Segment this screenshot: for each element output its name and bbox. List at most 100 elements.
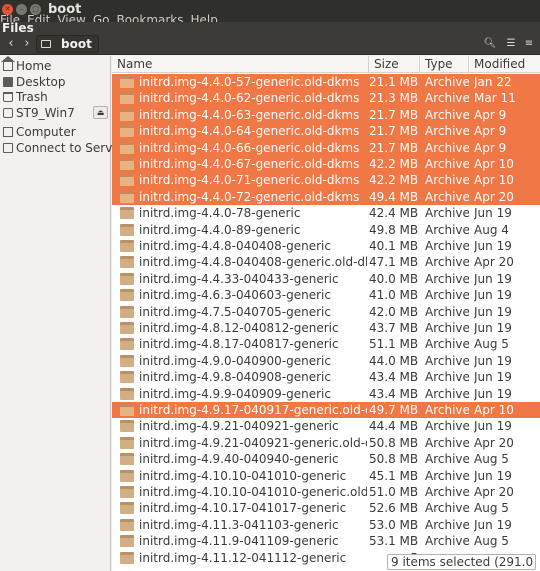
file-row[interactable]: initrd.img-4.4.8-040408-generic.old-dkms… [112,254,540,270]
file-name: initrd.img-4.11.9-041109-generic [139,534,339,549]
archive-icon [120,289,134,302]
file-type: Archive [425,353,469,368]
file-modified: Apr 9 [474,107,507,122]
file-row[interactable]: initrd.img-4.7.5-040705-generic 42.0 MB Ar… [112,304,540,320]
file-name: initrd.img-4.4.0-62-generic.old-dkms [139,91,360,106]
file-modified: Jun 19 [474,288,512,303]
file-size: 42.2 MB [369,157,419,171]
file-row[interactable]: initrd.img-4.9.17-040917-generic.old-dkm… [112,402,540,419]
file-row[interactable]: initrd.img-4.8.17-040817-generic 51.1 MB A… [112,336,540,352]
sidebar-item-computer[interactable]: Computer [0,124,111,140]
file-name: initrd.img-4.4.0-89-generic [139,222,301,237]
file-row[interactable]: initrd.img-4.4.0-71-generic.old-dkms 42.2… [112,172,540,189]
sidebar-item-label: Trash [16,90,48,104]
file-name: initrd.img-4.4.0-71-generic.old-dkms [139,173,360,188]
file-size: 45.1 MB [369,468,419,483]
file-type: Archive [425,157,469,171]
file-row[interactable]: initrd.img-4.4.0-57-generic.old-dkms 21.1… [112,74,540,91]
file-row[interactable]: initrd.img-4.11.9-041109-generic 53.1 MB A… [112,533,540,549]
file-name: initrd.img-4.9.21-040921-generic [139,419,339,434]
column-header-modified[interactable]: Modified [469,56,540,73]
file-type: Archive [425,485,469,499]
archive-icon [120,404,134,416]
file-row[interactable]: initrd.img-4.9.21-040921-generic 44.4 MB A… [112,418,540,434]
column-header-size[interactable]: Size [369,56,420,73]
archive-icon [120,354,134,367]
sidebar-item-home[interactable]: Home [0,56,111,74]
file-row[interactable]: initrd.img-4.4.0-67-generic.old-dkms 42.2… [112,156,540,173]
file-type: Archive [425,271,469,286]
file-row[interactable]: initrd.img-4.4.0-64-generic.old-dkms 21.7… [112,123,540,140]
file-name: initrd.img-4.9.40-040940-generic [139,452,339,467]
file-modified: Jun 19 [474,370,512,385]
file-modified: Jun 19 [474,386,512,401]
chevron-left-icon: ‹ [8,36,14,51]
file-modified: Aug 5 [474,337,509,352]
menu-icon[interactable]: ≡ [521,36,537,52]
home-icon [1,56,15,71]
back-button[interactable]: ‹ [4,35,18,53]
file-type: Archive [425,337,469,352]
search-icon[interactable]: 🔍︎ [482,36,498,52]
file-row[interactable]: initrd.img-4.9.21-040921-generic.old-dkm… [112,435,540,451]
file-type: Archive [425,321,469,335]
file-name: initrd.img-4.11.12-041112-generic [139,550,347,565]
file-row[interactable]: initrd.img-4.4.0-72-generic.old-dkms 49.4… [112,188,540,206]
file-row[interactable]: initrd.img-4.10.17-041017-generic 52.6 MB… [112,500,540,516]
sidebar-item-connect-to-server[interactable]: Connect to Server [0,140,125,156]
sidebar-item-st9-win7[interactable]: ST9_Win7 ⏏ [0,105,111,121]
path-bar-button[interactable]: boot [36,35,99,53]
file-row[interactable]: initrd.img-4.9.40-040940-generic 50.8 MB A… [112,451,540,467]
file-name: initrd.img-4.9.9-040909-generic [139,386,331,401]
file-row[interactable]: initrd.img-4.4.0-78-generic 42.4 MB Archiv… [112,205,540,221]
archive-icon [120,108,134,121]
chevron-right-icon: › [24,36,30,51]
file-row[interactable]: initrd.img-4.9.0-040900-generic 44.0 MB Ar… [112,353,540,369]
file-type: Archive [425,206,469,221]
file-modified: Aug 4 [474,222,509,237]
file-row[interactable]: initrd.img-4.10.10-041010-generic.old-dk… [112,484,540,500]
file-size: 50.8 MB [369,435,419,450]
file-name: initrd.img-4.6.3-040603-generic [139,288,331,303]
file-type: Archive [425,255,469,270]
file-type: Archive [425,435,469,450]
file-row[interactable]: initrd.img-4.11.3-041103-generic 53.0 MB A… [112,517,540,533]
file-size: 47.1 MB [369,255,419,270]
list-view-icon[interactable]: ☰ [503,36,519,52]
column-header-type[interactable]: Type [420,56,469,73]
file-row[interactable]: initrd.img-4.4.33-040433-generic 40.0 MB A… [112,271,540,287]
file-size: 49.8 MB [369,222,419,237]
file-row[interactable]: initrd.img-4.8.12-040812-generic 43.7 MB A… [112,320,540,336]
file-row[interactable]: initrd.img-4.4.8-040408-generic 40.1 MB Ar… [112,238,540,254]
column-header-name[interactable]: Name [112,56,369,73]
file-modified: Jun 19 [474,271,512,286]
file-row[interactable]: initrd.img-4.9.9-040909-generic 43.4 MB Ar… [112,386,540,402]
file-name: initrd.img-4.9.17-040917-generic.old-dkm… [139,403,367,417]
sidebar-item-trash[interactable]: Trash [0,89,111,105]
file-size: 51.0 MB [369,485,419,499]
archive-icon [120,502,134,515]
file-modified: Apr 10 [474,173,514,188]
file-type: Archive [425,534,469,549]
archive-icon [120,486,134,498]
file-row[interactable]: initrd.img-4.10.10-041010-generic 45.1 MB… [112,468,540,484]
file-modified: Jun 19 [474,468,512,483]
file-row[interactable]: initrd.img-4.4.0-62-generic.old-dkms 21.3… [112,90,540,107]
eject-icon[interactable]: ⏏ [93,106,108,119]
file-row[interactable]: initrd.img-4.9.8-040908-generic 43.4 MB Ar… [112,369,540,385]
archive-icon [120,207,134,220]
file-row[interactable]: initrd.img-4.4.0-89-generic 49.8 MB Archiv… [112,222,540,238]
sidebar-item-label: Desktop [16,75,66,89]
archive-icon [120,420,134,433]
network-icon [3,143,13,153]
file-row[interactable]: initrd.img-4.4.0-66-generic.old-dkms 21.7… [112,139,540,156]
file-size: 21.3 MB [369,91,419,106]
file-type: Archive [425,517,469,532]
archive-icon [120,141,134,154]
sidebar-item-desktop[interactable]: Desktop [0,74,111,90]
file-row[interactable]: initrd.img-4.4.0-63-generic.old-dkms 21.7… [112,106,540,124]
file-row[interactable]: initrd.img-4.6.3-040603-generic 41.0 MB Ar… [112,287,540,303]
forward-button[interactable]: › [20,35,34,53]
file-modified: Jun 19 [474,206,512,221]
column-header: Name Size Type Modified [112,56,540,73]
